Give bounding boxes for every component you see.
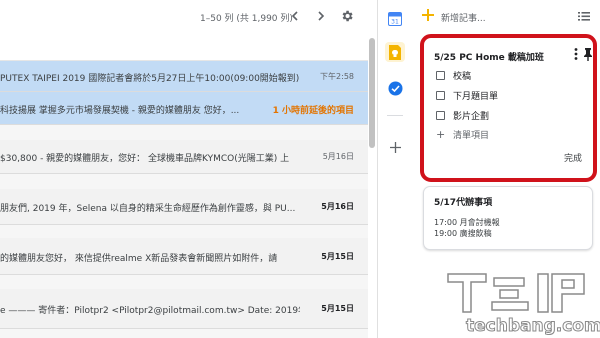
side-app-rail: 31 [377,0,411,338]
chevron-right-icon [318,11,325,21]
new-note-input[interactable]: 新增記事... [441,11,486,24]
mail-snippet[interactable]: PUTEX TAIPEI 2019 國際記者會將於5月27日上午10:00(09… [0,71,300,84]
mail-snippet[interactable]: 朋友們, 2019 年，Selena 以自身的精采生命經歷作為創作靈感，與 PU… [0,201,300,214]
mail-date: 5月15日 [321,252,354,261]
checkbox[interactable] [436,70,445,80]
mail-list-header-gap [0,33,368,61]
tasks-app-button[interactable] [385,78,405,98]
tasks-icon [388,81,402,95]
mail-snippet[interactable]: 科技揚展 掌握多元市場發展契機 - 親愛的媒體朋友 您好，... [0,103,300,116]
mail-snippet[interactable]: e ——— 寄件者：Pilotpr2 <Pilotpr2@pilotmail.c… [0,303,300,316]
more-vert-icon[interactable] [572,47,580,61]
checklist-item[interactable]: 下月題目單 [436,88,498,102]
note-line: 17:00 月會討機報 [434,218,500,227]
done-button[interactable]: 完成 [564,151,582,164]
mail-snippet[interactable]: $30,800 - 親愛的媒體朋友，您好： 全球機車品牌KYMCO(光陽工業) … [0,151,300,164]
mail-date: 5月16日 [321,202,354,211]
keep-header: 新增記事... [411,0,600,32]
note-title: 5/17代辦事項 [434,198,493,208]
note-card[interactable]: 5/17代辦事項 17:00 月會討機報 19:00 廣搜飲稿 [423,186,593,250]
pagination-text: 1–50 列 (共 1,990 列) [200,14,293,24]
chevron-left-icon [291,11,298,21]
mail-list-pane: 1–50 列 (共 1,990 列) PUTEX TAIPEI 2019 國際記… [0,0,368,338]
settings-button[interactable] [337,6,357,26]
mail-date: 5月16日 [322,152,354,161]
keep-icon [389,44,401,60]
snoozed-badge: 1 小時前延後的項目 [272,106,354,116]
checklist-item-label[interactable]: 影片企劃 [453,109,489,122]
next-page-button[interactable] [311,6,331,26]
add-list-item-label[interactable]: 清單項目 [453,128,489,141]
note-title[interactable]: 5/25 PC Home 載稿加班 [434,50,544,63]
checklist-item[interactable]: 校稿 [436,68,471,82]
mail-scrollbar[interactable] [368,0,377,338]
keep-app-button[interactable] [385,42,405,62]
watermark-url: techbang.com [466,316,600,337]
mail-date: 5月15日 [321,304,354,313]
note-line: 19:00 廣搜飲稿 [434,229,492,238]
pin-icon[interactable] [582,47,594,61]
checklist-item-label[interactable]: 校稿 [453,69,471,82]
list-view-icon[interactable] [577,9,591,23]
plus-icon: + [436,127,446,141]
add-icon [389,141,401,153]
calendar-icon: 31 [388,11,402,26]
mail-toolbar: 1–50 列 (共 1,990 列) [0,0,368,33]
mail-row[interactable]: PUTEX TAIPEI 2019 國際記者會將於5月27日上午10:00(09… [0,61,368,92]
app-root: 1–50 列 (共 1,990 列) PUTEX TAIPEI 2019 國際記… [0,0,600,338]
mail-row[interactable]: $30,800 - 親愛的媒體朋友，您好： 全球機車品牌KYMCO(光陽工業) … [0,140,368,174]
checklist-item-label[interactable]: 下月題目單 [453,89,498,102]
calendar-app-button[interactable]: 31 [385,8,405,28]
gear-icon [342,10,353,22]
add-list-item-button[interactable]: + 清單項目 [436,127,489,141]
mail-snippet[interactable]: 的媒體朋友您好， 來信提供realme X新品發表會新聞照片如附件，請 [0,251,300,264]
checkbox[interactable] [436,90,445,100]
previous-page-button[interactable] [285,6,305,26]
checklist-item[interactable]: 影片企劃 [436,108,489,122]
mail-row[interactable]: 的媒體朋友您好， 來信提供realme X新品發表會新聞照片如附件，請 5月15日 [0,238,368,275]
rail-divider [387,115,403,116]
active-note-card[interactable]: 5/25 PC Home 載稿加班 校稿 下月題目單 影片企劃 + 清單項目 完… [420,34,597,182]
mail-scrollbar-thumb[interactable] [369,38,375,148]
checkbox[interactable] [436,110,445,120]
mail-row[interactable]: 科技揚展 掌握多元市場發展契機 - 親愛的媒體朋友 您好，... 1 小時前延後的… [0,92,368,125]
add-addon-button[interactable] [385,137,405,157]
mail-row[interactable]: e ——— 寄件者：Pilotpr2 <Pilotpr2@pilotmail.c… [0,289,368,329]
mail-row[interactable]: 朋友們, 2019 年，Selena 以自身的精采生命經歷作為創作靈感，與 PU… [0,189,368,225]
plus-icon[interactable] [421,8,435,22]
mail-date: 下午2:58 [320,72,354,81]
svg-text:31: 31 [391,18,399,25]
